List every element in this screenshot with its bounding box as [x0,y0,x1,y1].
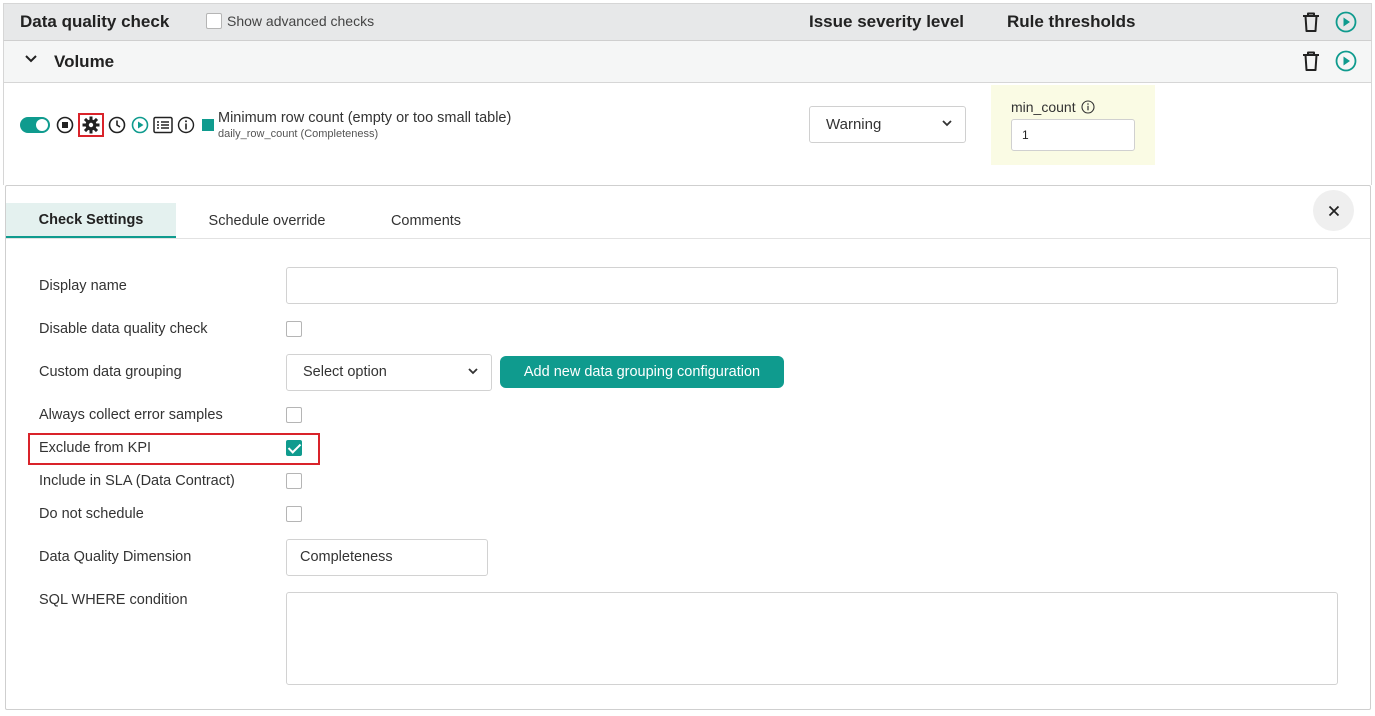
disable-check-checkbox[interactable] [286,321,302,337]
results-list-icon[interactable] [153,115,173,135]
include-sla-label: Include in SLA (Data Contract) [39,473,235,489]
min-count-input[interactable]: 1 [1011,119,1135,151]
threshold-label-text: min_count [1011,99,1076,115]
close-button[interactable] [1313,190,1354,231]
tab-check-settings[interactable]: Check Settings [6,203,176,238]
grouping-select-value: Select option [303,364,387,380]
sql-where-textarea[interactable] [286,592,1338,685]
close-icon [1328,205,1339,216]
dimension-label: Data Quality Dimension [39,549,192,565]
check-settings-panel: Check Settings Schedule override Comment… [5,185,1371,710]
category-title: Volume [54,52,115,71]
check-actions [20,113,214,137]
always-collect-checkbox[interactable] [286,407,302,423]
settings-gear-button[interactable] [78,113,104,137]
add-grouping-button[interactable]: Add new data grouping configuration [500,356,784,388]
chevron-down-icon [468,368,478,375]
severity-select[interactable]: Warning [809,106,966,143]
check-name: Minimum row count (empty or too small ta… [218,110,512,126]
tab-schedule-override[interactable]: Schedule override [176,203,358,238]
enable-toggle[interactable] [20,117,50,133]
do-not-schedule-checkbox[interactable] [286,506,302,522]
display-name-input[interactable] [286,267,1338,304]
trash-icon[interactable] [1301,50,1321,72]
show-advanced-checks[interactable]: Show advanced checks [206,13,374,29]
clock-icon[interactable] [107,115,127,135]
exclude-kpi-checkbox[interactable] [286,440,302,456]
run-all-checks-icon[interactable] [1335,11,1357,33]
check-subtitle: daily_row_count (Completeness) [218,128,379,140]
tab-comments[interactable]: Comments [358,203,494,238]
stop-icon[interactable] [55,115,75,135]
sql-where-label: SQL WHERE condition [39,592,188,608]
include-sla-checkbox[interactable] [286,473,302,489]
display-name-label: Display name [39,278,127,294]
settings-tabs: Check Settings Schedule override Comment… [6,203,1370,239]
category-row-volume[interactable]: Volume [3,41,1372,83]
show-advanced-label: Show advanced checks [227,13,375,29]
thresholds-header: Rule thresholds [1007,12,1136,31]
severity-header: Issue severity level [809,12,965,31]
run-check-icon[interactable] [130,115,150,135]
custom-grouping-label: Custom data grouping [39,364,182,380]
gear-icon [82,116,100,134]
dimension-input[interactable]: Completeness [286,539,488,576]
chevron-down-icon[interactable] [24,54,38,64]
threshold-label: min_count [1011,99,1095,115]
always-collect-label: Always collect error samples [39,407,223,423]
status-indicator [202,119,214,131]
severity-value: Warning [826,116,882,133]
run-category-icon[interactable] [1335,50,1357,72]
check-row: Minimum row count (empty or too small ta… [3,83,1372,185]
disable-check-label: Disable data quality check [39,321,208,337]
show-advanced-checkbox[interactable] [206,13,222,29]
exclude-kpi-label: Exclude from KPI [39,440,152,456]
trash-icon[interactable] [1301,11,1321,33]
grouping-select[interactable]: Select option [286,354,492,391]
info-icon[interactable] [176,115,196,135]
do-not-schedule-label: Do not schedule [39,506,144,522]
threshold-panel: min_count 1 [991,85,1155,165]
chevron-down-icon [942,120,952,127]
table-header: Data quality check Show advanced checks … [3,3,1372,41]
info-icon[interactable] [1081,100,1095,114]
header-title: Data quality check [20,12,170,31]
